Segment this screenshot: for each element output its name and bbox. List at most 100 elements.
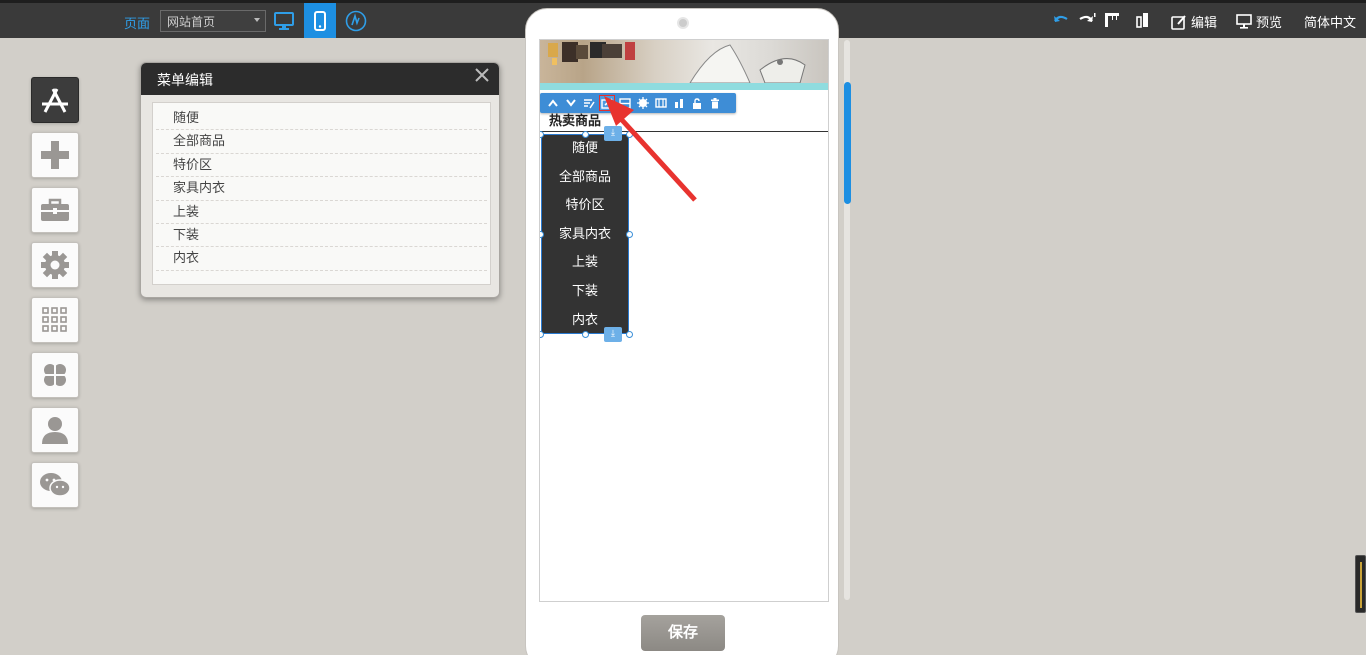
lock-button[interactable] (689, 95, 705, 111)
grid-button[interactable] (31, 297, 79, 343)
page-select[interactable]: 网站首页 (160, 10, 266, 32)
grid-icon (42, 307, 67, 332)
preview-button[interactable]: 预览 (1236, 12, 1282, 31)
wechat-button[interactable] (31, 462, 79, 508)
menu-edit-panel: 菜单编辑 随便 全部商品 特价区 家具内衣 上装 下装 内衣 (140, 62, 500, 298)
stats-button[interactable] (671, 95, 687, 111)
gear-icon (41, 251, 69, 279)
banner-graphic (548, 42, 806, 84)
clover-icon (43, 363, 67, 387)
page-select-value: 网站首页 (167, 15, 216, 29)
redo-button[interactable] (1078, 12, 1096, 26)
preview-label: 预览 (1256, 16, 1283, 31)
edit-icon (1171, 14, 1186, 30)
nav-menu-item[interactable]: 下装 (542, 278, 628, 307)
page-label: 页面 (124, 17, 151, 32)
menu-item[interactable]: 上装 (156, 201, 487, 224)
user-button[interactable] (31, 407, 79, 453)
delete-button[interactable] (707, 95, 723, 111)
side-widget[interactable] (1355, 555, 1366, 613)
user-icon (42, 417, 68, 444)
ruler-button[interactable] (1104, 12, 1120, 28)
clover-button[interactable] (31, 352, 79, 398)
scrollbar-thumb[interactable] (844, 82, 851, 204)
move-down-button[interactable] (563, 95, 579, 111)
resize-handle[interactable] (626, 131, 633, 138)
menu-item[interactable]: 家具内衣 (156, 177, 487, 201)
toolbox-icon (41, 198, 69, 221)
menu-edit-title: 菜单编辑 (157, 73, 213, 89)
menu-edit-button[interactable] (599, 95, 615, 111)
app-store-icon (42, 88, 68, 113)
close-button[interactable] (475, 68, 489, 86)
gear-icon (637, 97, 649, 109)
text-edit-icon (584, 98, 595, 108)
add-button[interactable] (31, 132, 79, 178)
nav-menu-item[interactable]: 家具内衣 (542, 221, 628, 250)
app-store-button[interactable] (31, 77, 79, 123)
resize-handle[interactable] (626, 231, 633, 238)
bar-chart-icon (1136, 13, 1148, 28)
undo-button[interactable] (1053, 12, 1069, 26)
nav-menu-module[interactable]: 随便 全部商品 特价区 家具内衣 上装 下装 内衣 (541, 134, 629, 334)
trash-icon (711, 97, 719, 108)
phone-screen: 热卖商品 随便 全部商品 特价区 家具内衣 上装 下装 内衣 ⤓ ⤓ (539, 39, 829, 602)
nav-menu-item[interactable]: 上装 (542, 249, 628, 278)
settings-button[interactable] (31, 242, 79, 288)
wordpress-view-button[interactable] (340, 3, 372, 38)
mobile-view-button[interactable] (304, 3, 336, 38)
menu-item[interactable]: 全部商品 (156, 130, 487, 154)
phone-preview: 热卖商品 随便 全部商品 特价区 家具内衣 上装 下装 内衣 ⤓ ⤓ 保存 (525, 8, 839, 655)
monitor-icon (1236, 14, 1252, 29)
animation-button[interactable] (653, 95, 669, 111)
resize-handle[interactable] (582, 331, 589, 338)
menu-item[interactable]: 特价区 (156, 154, 487, 178)
chevron-down-icon (566, 99, 576, 107)
banner-image (540, 40, 828, 84)
side-widget-bar (1360, 562, 1362, 608)
edit-text-button[interactable] (581, 95, 597, 111)
settings-button[interactable] (635, 95, 651, 111)
close-icon (475, 68, 489, 82)
layout-button[interactable] (617, 95, 633, 111)
menu-item[interactable]: 内衣 (156, 247, 487, 271)
resize-handle[interactable] (540, 331, 544, 338)
download-anchor-icon[interactable]: ⤓ (604, 327, 622, 342)
edit-icon (601, 97, 613, 109)
menu-item[interactable]: 随便 (156, 107, 487, 131)
wordpress-icon (345, 10, 367, 31)
phone-icon (314, 10, 326, 31)
redo-icon (1079, 13, 1096, 22)
ruler-icon (1105, 13, 1119, 27)
chevron-up-icon (548, 99, 558, 107)
undo-icon (1054, 15, 1068, 22)
edit-button[interactable]: 编辑 (1171, 12, 1217, 31)
move-up-button[interactable] (545, 95, 561, 111)
menu-item[interactable]: 下装 (156, 224, 487, 248)
wechat-icon (40, 473, 71, 497)
language-switch[interactable]: 简体中文 (1304, 12, 1356, 31)
download-anchor-icon[interactable]: ⤓ (604, 126, 622, 141)
desktop-view-button[interactable] (268, 3, 300, 38)
plus-icon (41, 141, 69, 169)
menu-item-list: 随便 全部商品 特价区 家具内衣 上装 下装 内衣 (152, 102, 491, 285)
stats-button[interactable] (1136, 12, 1150, 28)
unlock-icon (693, 97, 701, 109)
module-toolbar (540, 93, 736, 113)
resize-handle[interactable] (626, 331, 633, 338)
bar-chart-icon (674, 99, 683, 108)
film-icon (655, 98, 667, 108)
save-button[interactable]: 保存 (641, 615, 725, 651)
layout-icon (619, 97, 631, 109)
monitor-icon (274, 11, 294, 30)
chevron-down-icon (254, 18, 260, 22)
nav-menu-item[interactable]: 特价区 (542, 192, 628, 221)
edit-label: 编辑 (1191, 16, 1218, 31)
resize-handle[interactable] (582, 131, 589, 138)
nav-menu-item[interactable]: 全部商品 (542, 164, 628, 193)
toolbox-button[interactable] (31, 187, 79, 233)
menu-edit-header: 菜单编辑 (141, 63, 499, 95)
banner-strip (540, 83, 828, 90)
camera-icon (677, 17, 689, 29)
language-label: 简体中文 (1304, 16, 1357, 31)
